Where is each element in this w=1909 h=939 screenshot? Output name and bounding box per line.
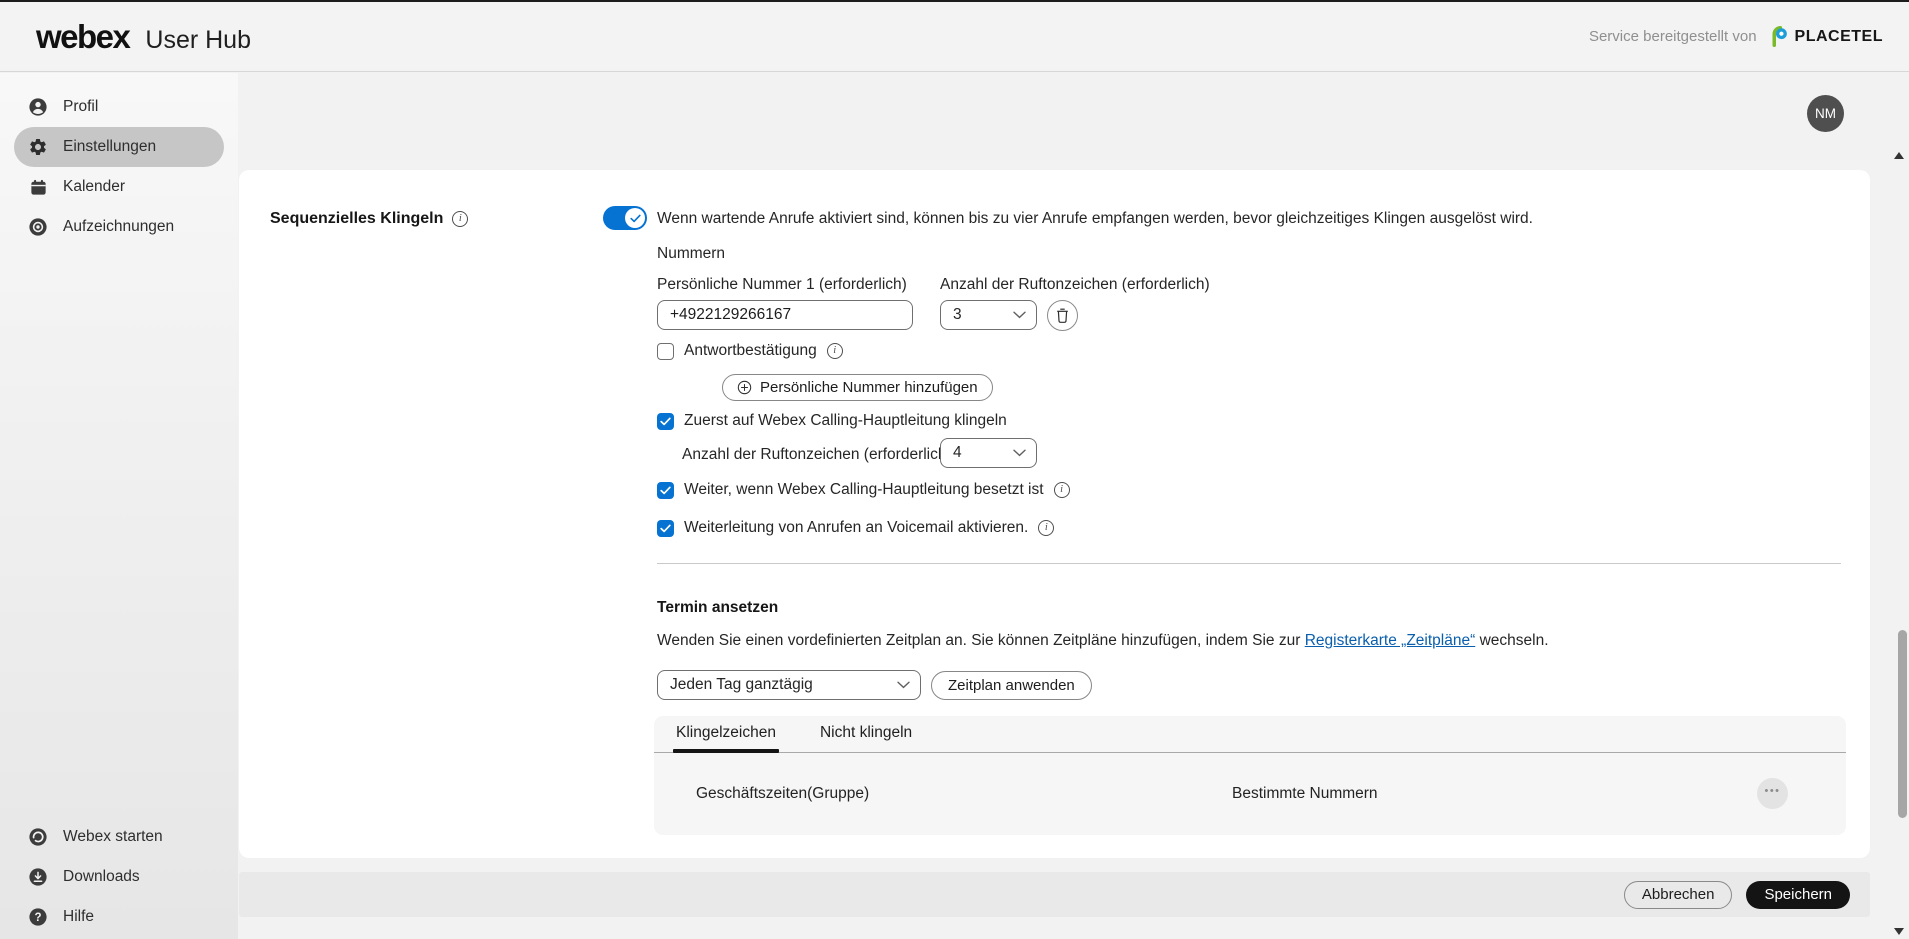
schedule-panel: Klingelzeichen Nicht klingeln Geschäftsz…	[654, 716, 1846, 835]
section-title: Sequenzielles Klingeln	[270, 210, 443, 228]
schedule-row-value: Bestimmte Nummern	[1232, 785, 1757, 803]
answer-confirmation-checkbox[interactable]	[657, 343, 674, 360]
sidebar-item-label: Hilfe	[63, 908, 94, 926]
ring-count-2-value: 4	[953, 444, 962, 462]
info-icon[interactable]: i	[452, 211, 468, 227]
webex-launch-icon	[28, 827, 48, 847]
sidebar-item-profil[interactable]: Profil	[14, 87, 224, 127]
plus-circle-icon	[737, 380, 752, 395]
app-header: webex User Hub Service bereitgestellt vo…	[0, 2, 1909, 72]
schedule-desc-suffix: wechseln.	[1475, 632, 1548, 649]
sidebar-item-label: Aufzeichnungen	[63, 218, 174, 236]
schedule-select[interactable]: Jeden Tag ganztägig	[657, 670, 921, 700]
home-link[interactable]: webex User Hub	[36, 18, 251, 56]
sidebar-item-label: Webex starten	[63, 828, 163, 846]
schedule-title: Termin ansetzen	[657, 599, 778, 617]
continue-when-busy-label: Weiter, wenn Webex Calling-Hauptleitung …	[684, 481, 1044, 499]
info-icon[interactable]: i	[827, 343, 843, 359]
gear-icon	[28, 137, 48, 157]
apply-schedule-button[interactable]: Zeitplan anwenden	[931, 671, 1092, 700]
chevron-down-icon	[897, 681, 910, 689]
app-title: User Hub	[145, 26, 251, 55]
add-personal-number-label: Persönliche Nummer hinzufügen	[760, 379, 978, 396]
webex-logo: webex	[36, 18, 129, 56]
delete-number-button[interactable]	[1047, 300, 1078, 331]
trash-icon	[1055, 307, 1070, 324]
schedule-row-name: Geschäftszeiten(Gruppe)	[696, 785, 1232, 803]
recordings-icon	[28, 217, 48, 237]
answer-confirmation-label: Antwortbestätigung	[684, 342, 817, 360]
schedule-desc-prefix: Wenden Sie einen vordefinierten Zeitplan…	[657, 632, 1305, 649]
calendar-icon	[28, 177, 48, 197]
ring-main-first-checkbox[interactable]	[657, 413, 674, 430]
placetel-wordmark: PLACETEL	[1795, 28, 1883, 46]
ring-count-value: 3	[953, 306, 962, 324]
info-icon[interactable]: i	[1054, 482, 1070, 498]
sidebar-nav: Profil Einstellungen Kalender Aufzeichnu…	[0, 87, 238, 247]
avatar[interactable]: NM	[1807, 95, 1844, 132]
numbers-heading: Nummern	[657, 245, 725, 263]
profile-icon	[28, 97, 48, 117]
placetel-logo: PLACETEL	[1769, 26, 1883, 47]
action-bar: Abbrechen Speichern	[239, 872, 1870, 917]
help-icon: ?	[28, 907, 48, 927]
section-divider	[657, 563, 1841, 564]
toggle-knob	[625, 208, 645, 228]
personal-number-label: Persönliche Nummer 1 (erforderlich)	[657, 276, 907, 294]
schedules-tab-link[interactable]: Registerkarte „Zeitpläne“	[1305, 632, 1476, 649]
more-options-button[interactable]: •••	[1757, 778, 1788, 809]
sequential-ring-toggle[interactable]	[603, 206, 647, 230]
ring-count-2-label: Anzahl der Ruftonzeichen (erforderlich)	[682, 446, 952, 464]
download-icon	[28, 867, 48, 887]
personal-number-input[interactable]	[657, 300, 913, 330]
check-icon	[630, 214, 641, 223]
sidebar-item-label: Profil	[63, 98, 98, 116]
ring-count-select[interactable]: 3	[940, 300, 1037, 330]
window-top-edge	[0, 0, 1909, 2]
voicemail-forwarding-label: Weiterleitung von Anrufen an Voicemail a…	[684, 519, 1028, 537]
section-description: Wenn wartende Anrufe aktiviert sind, kön…	[657, 210, 1533, 228]
save-button[interactable]: Speichern	[1746, 881, 1850, 909]
tab-nicht-klingeln[interactable]: Nicht klingeln	[820, 724, 912, 752]
sidebar-footer-nav: Webex starten Downloads ? Hilfe	[0, 817, 238, 937]
sidebar-item-kalender[interactable]: Kalender	[14, 167, 224, 207]
placetel-mark-icon	[1769, 26, 1790, 47]
scrollbar-up-arrow[interactable]	[1894, 152, 1904, 159]
add-personal-number-button[interactable]: Persönliche Nummer hinzufügen	[722, 374, 993, 401]
schedule-select-value: Jeden Tag ganztägig	[670, 676, 813, 694]
sidebar-item-label: Einstellungen	[63, 138, 156, 156]
scrollbar-thumb[interactable]	[1898, 630, 1907, 818]
cancel-button[interactable]: Abbrechen	[1624, 881, 1733, 909]
ring-count-label: Anzahl der Ruftonzeichen (erforderlich)	[940, 276, 1210, 294]
tab-klingelzeichen[interactable]: Klingelzeichen	[676, 724, 776, 752]
sidebar: Profil Einstellungen Kalender Aufzeichnu…	[0, 73, 238, 939]
chevron-down-icon	[1013, 311, 1026, 319]
check-icon	[660, 486, 671, 495]
schedule-tabs: Klingelzeichen Nicht klingeln	[654, 716, 1846, 753]
info-icon[interactable]: i	[1038, 520, 1054, 536]
scrollbar-down-arrow[interactable]	[1894, 928, 1904, 935]
sidebar-item-webex-starten[interactable]: Webex starten	[14, 817, 224, 857]
schedule-row: Geschäftszeiten(Gruppe) Bestimmte Nummer…	[654, 753, 1846, 834]
chevron-down-icon	[1013, 449, 1026, 457]
check-icon	[660, 524, 671, 533]
sidebar-item-einstellungen[interactable]: Einstellungen	[14, 127, 224, 167]
service-provided-label: Service bereitgestellt von	[1589, 28, 1757, 45]
continue-when-busy-checkbox[interactable]	[657, 482, 674, 499]
sidebar-item-aufzeichnungen[interactable]: Aufzeichnungen	[14, 207, 224, 247]
ring-main-first-label: Zuerst auf Webex Calling-Hauptleitung kl…	[684, 412, 1007, 430]
ring-count-2-select[interactable]: 4	[940, 438, 1037, 468]
svg-text:?: ?	[34, 912, 41, 924]
sidebar-item-hilfe[interactable]: ? Hilfe	[14, 897, 224, 937]
voicemail-forwarding-checkbox[interactable]	[657, 520, 674, 537]
schedule-description: Wenden Sie einen vordefinierten Zeitplan…	[657, 632, 1549, 650]
check-icon	[660, 417, 671, 426]
sidebar-item-label: Kalender	[63, 178, 125, 196]
sidebar-item-downloads[interactable]: Downloads	[14, 857, 224, 897]
sidebar-item-label: Downloads	[63, 868, 140, 886]
settings-card: Sequenzielles Klingeln i Wenn wartende A…	[239, 170, 1870, 858]
